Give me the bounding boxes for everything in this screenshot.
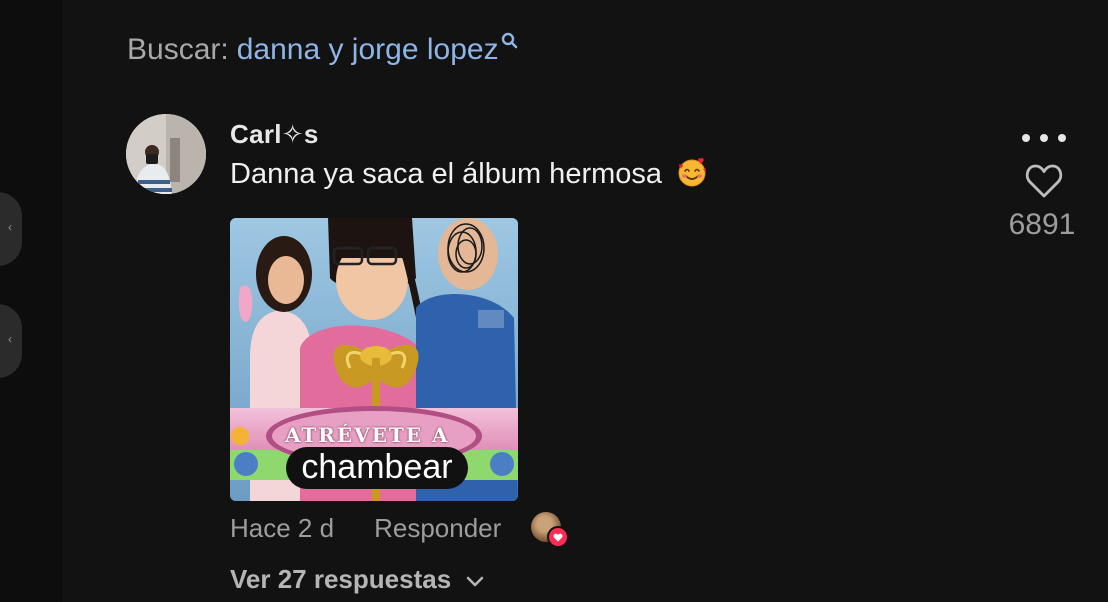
- image-banner-text: ATRÉVETE A: [285, 423, 450, 447]
- search-prefix: Buscar:: [127, 33, 229, 66]
- view-replies-button[interactable]: Ver 27 respuestas: [230, 562, 485, 596]
- reply-button[interactable]: Responder: [374, 513, 501, 544]
- comments-screen: ‹ ‹ Buscar: danna y jorge lopez Carl✧s D…: [0, 0, 1108, 602]
- image-caption: chambear: [286, 447, 468, 489]
- heart-outline-icon: [1025, 164, 1063, 198]
- nav-up-button[interactable]: ‹: [0, 192, 22, 266]
- chevron-down-icon: [465, 564, 485, 595]
- left-panel: ‹ ‹: [0, 0, 62, 602]
- comment-image[interactable]: ATRÉVETE A chambear: [230, 218, 518, 501]
- chevron-up-icon: ‹: [8, 220, 12, 234]
- search-icon: [501, 32, 519, 52]
- comment-meta: Hace 2 d Responder: [230, 510, 570, 548]
- chevron-down-icon: ‹: [8, 332, 12, 346]
- like-count: 6891: [1008, 208, 1076, 241]
- comment: Carl✧s Danna ya saca el álbum hermosa: [230, 118, 930, 194]
- heart-icon: [547, 526, 570, 548]
- comment-timestamp: Hace 2 d: [230, 512, 335, 543]
- smiling-face-with-hearts-icon: [676, 156, 708, 188]
- search-suggestion[interactable]: Buscar: danna y jorge lopez: [127, 30, 519, 70]
- more-dot-icon: [1040, 134, 1048, 142]
- more-dot-icon: [1058, 134, 1066, 142]
- more-options-button[interactable]: [1022, 128, 1066, 148]
- avatar[interactable]: [126, 114, 206, 194]
- creator-liked-badge: [531, 512, 570, 548]
- more-dot-icon: [1022, 134, 1030, 142]
- search-query-link[interactable]: danna y jorge lopez: [237, 30, 499, 70]
- nav-down-button[interactable]: ‹: [0, 304, 22, 378]
- view-replies-label: Ver 27 respuestas: [230, 563, 452, 594]
- like-button[interactable]: [1024, 162, 1064, 200]
- comment-body: Danna ya saca el álbum hermosa: [230, 154, 930, 194]
- comment-username[interactable]: Carl✧s: [230, 118, 930, 150]
- comment-text: Danna ya saca el álbum hermosa: [230, 158, 663, 190]
